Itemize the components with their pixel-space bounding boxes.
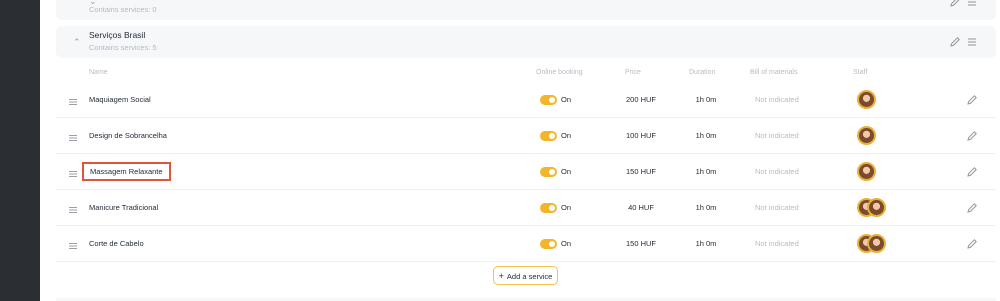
category-subtitle: Contains services: 0	[89, 5, 157, 14]
online-booking-toggle[interactable]	[540, 203, 557, 213]
category-subtitle: Contains services: 5	[89, 43, 157, 52]
online-booking-toggle[interactable]	[540, 95, 557, 105]
pencil-icon[interactable]	[949, 36, 961, 48]
column-header-name: Name	[89, 69, 108, 76]
online-booking-toggle[interactable]	[540, 167, 557, 177]
hamburger-icon[interactable]	[966, 0, 978, 8]
service-row[interactable]: Corte de Cabelo On 150 HUF 1h 0m Not ind…	[56, 226, 996, 262]
pencil-icon[interactable]	[966, 202, 978, 214]
bill-of-materials: Not indicated	[755, 239, 799, 248]
drag-handle-icon[interactable]	[68, 166, 78, 177]
drag-handle-icon[interactable]	[68, 238, 78, 249]
service-name[interactable]: Corte de Cabelo	[89, 239, 144, 248]
service-name[interactable]: Manicure Tradicional	[89, 203, 158, 212]
services-panel: ⌄ Contains services: 0 ⌃ Serviços Brasil…	[40, 0, 1000, 301]
service-name[interactable]: Design de Sobrancelha	[89, 131, 167, 140]
service-price: 150 HUF	[625, 239, 656, 248]
avatar	[857, 162, 876, 181]
left-sidebar	[0, 0, 40, 301]
service-price: 40 HUF	[628, 203, 654, 212]
service-name[interactable]: Maquiagem Social	[89, 95, 151, 104]
drag-handle-icon[interactable]	[68, 94, 78, 105]
online-booking-label: On	[561, 203, 572, 212]
service-duration: 1h 0m	[695, 203, 717, 212]
pencil-icon[interactable]	[966, 166, 978, 178]
bill-of-materials: Not indicated	[755, 203, 799, 212]
category-title: Serviços Brasil	[89, 30, 146, 40]
service-row[interactable]: Maquiagem Social On 200 HUF 1h 0m Not in…	[56, 82, 996, 118]
service-duration: 1h 0m	[695, 131, 717, 140]
online-booking-toggle[interactable]	[540, 131, 557, 141]
column-header-price: Price	[625, 69, 641, 76]
service-price: 150 HUF	[625, 167, 656, 176]
pencil-icon[interactable]	[966, 94, 978, 106]
column-header-duration: Duration	[689, 69, 716, 76]
online-booking-label: On	[561, 131, 572, 140]
online-booking-label: On	[561, 95, 572, 104]
column-header-online-booking: Online booking	[536, 69, 583, 76]
avatar	[857, 90, 876, 109]
column-header-bill-of-materials: Bill of materials	[750, 69, 798, 76]
bill-of-materials: Not indicated	[755, 167, 799, 176]
pencil-icon[interactable]	[966, 238, 978, 250]
pencil-icon[interactable]	[966, 130, 978, 142]
column-header-staff: Staff	[853, 69, 868, 76]
category-header-servicos-brasil[interactable]: ⌃ Serviços Brasil Contains services: 5	[56, 26, 996, 58]
service-row[interactable]: Massagem Relaxante On 150 HUF 1h 0m Not …	[56, 154, 996, 190]
service-row[interactable]: Manicure Tradicional On 40 HUF 1h 0m Not…	[56, 190, 996, 226]
add-service-label: Add a service	[506, 271, 553, 281]
service-duration: 1h 0m	[695, 95, 717, 104]
avatar	[867, 234, 886, 253]
service-duration: 1h 0m	[695, 239, 717, 248]
bill-of-materials: Not indicated	[755, 131, 799, 140]
drag-handle-icon[interactable]	[68, 202, 78, 213]
service-duration: 1h 0m	[695, 167, 717, 176]
online-booking-label: On	[561, 239, 572, 248]
service-price: 100 HUF	[625, 131, 656, 140]
service-price: 200 HUF	[625, 95, 656, 104]
chevron-up-icon[interactable]: ⌃	[73, 37, 81, 48]
avatar	[867, 198, 886, 217]
bill-of-materials: Not indicated	[755, 95, 799, 104]
online-booking-toggle[interactable]	[540, 239, 557, 249]
service-row[interactable]: Design de Sobrancelha On 100 HUF 1h 0m N…	[56, 118, 996, 154]
pencil-icon[interactable]	[949, 0, 961, 8]
drag-handle-icon[interactable]	[68, 130, 78, 141]
plus-icon: +	[498, 270, 504, 281]
add-service-button[interactable]: + Add a service	[493, 266, 558, 285]
avatar	[857, 126, 876, 145]
service-name-highlighted[interactable]: Massagem Relaxante	[82, 162, 171, 181]
category-header-collapsed[interactable]: ⌄ Contains services: 0	[56, 0, 996, 20]
online-booking-label: On	[561, 167, 572, 176]
hamburger-icon[interactable]	[966, 36, 978, 48]
